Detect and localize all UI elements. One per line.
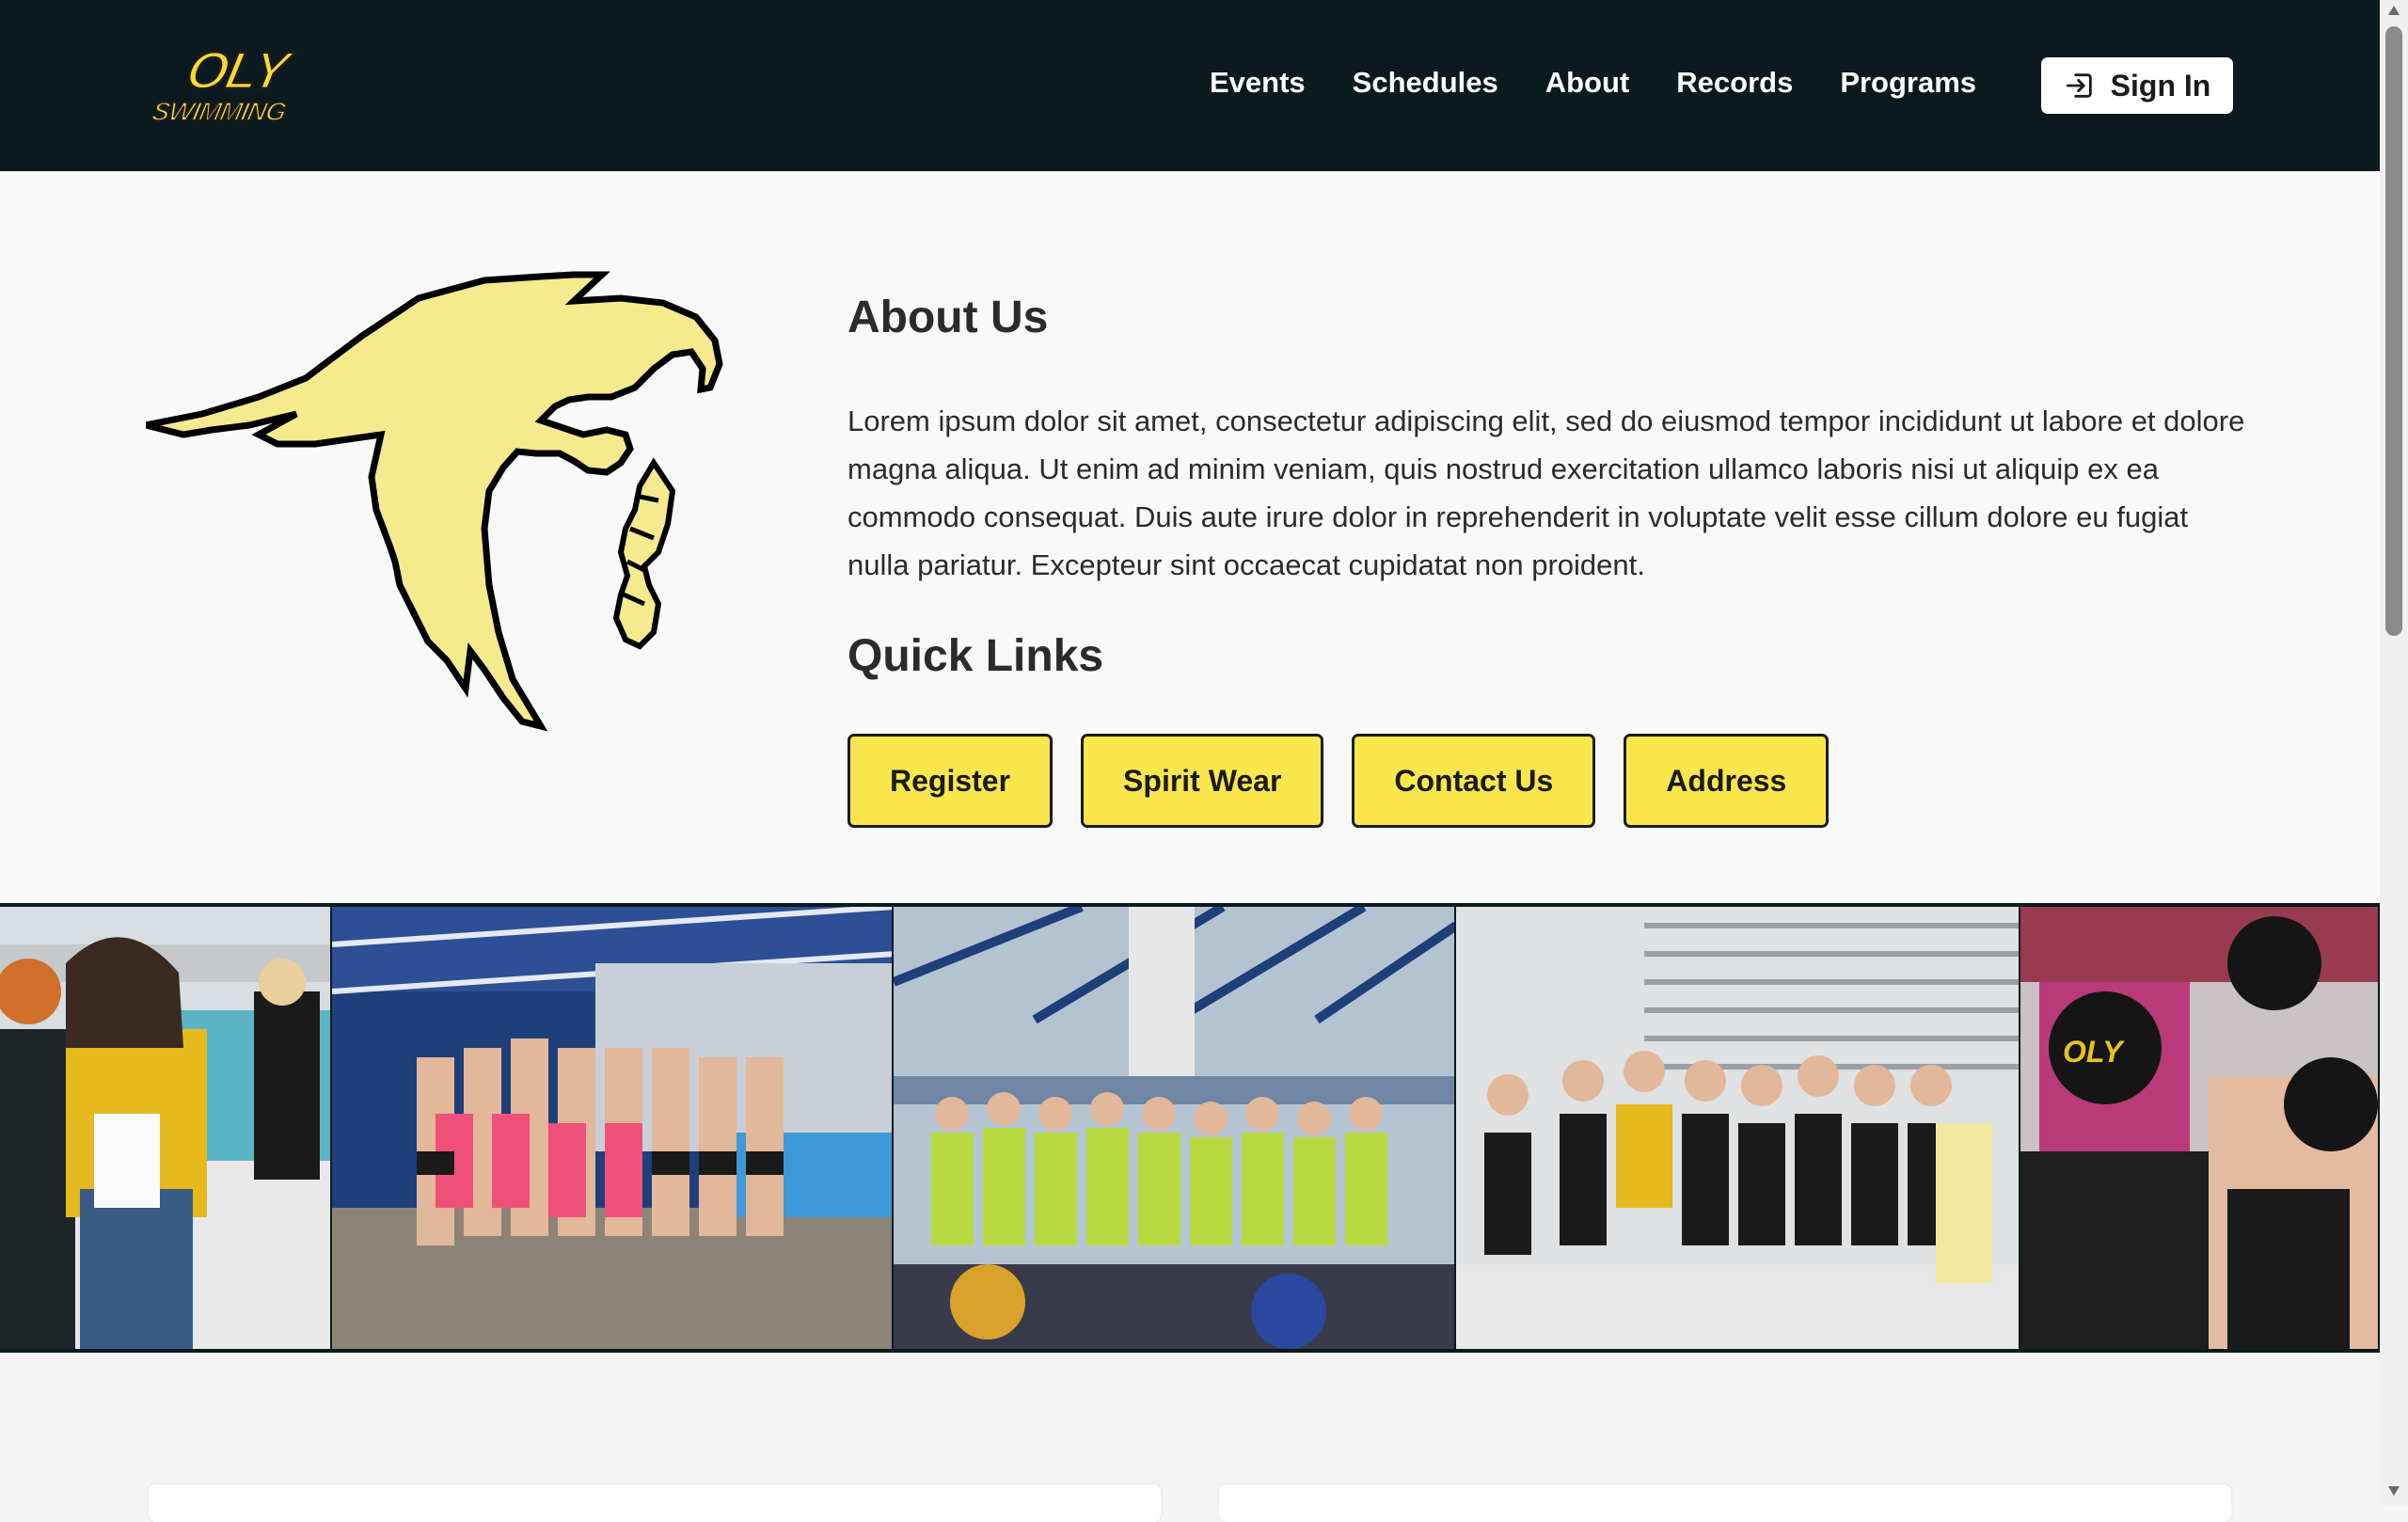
oly-swimming-logo[interactable]: OLY SWIMMING [149,40,367,127]
contact-us-button[interactable]: Contact Us [1352,734,1596,828]
about-title: About Us [848,293,1049,342]
nav-schedules[interactable]: Schedules [1353,62,1498,103]
nav-events[interactable]: Events [1210,62,1306,103]
lower-section [0,1353,2380,1522]
photo-strip: OLY [0,903,2380,1353]
scroll-up-arrow-icon[interactable] [2388,6,2400,15]
svg-text:OLY: OLY [2063,1035,2125,1069]
quick-links: Register Spirit Wear Contact Us Address [848,734,1857,828]
login-icon [2064,70,2096,102]
scroll-down-arrow-icon[interactable] [2388,1486,2400,1496]
about-section: About Us Lorem ipsum dolor sit amet, con… [0,171,2380,905]
site-header: OLY SWIMMING Events Schedules About Reco… [0,0,2380,171]
team-photo-5: OLY [2020,907,2380,1349]
logo-text-bottom: SWIMMING [150,96,290,126]
team-photo-2 [331,907,895,1349]
sign-in-label: Sign In [2110,68,2211,103]
spirit-wear-button[interactable]: Spirit Wear [1081,734,1324,828]
register-button[interactable]: Register [848,734,1054,828]
sign-in-button[interactable]: Sign In [2041,57,2233,114]
team-photo-1 [0,907,332,1349]
main-nav: Events Schedules About Records Programs [1210,62,2023,103]
team-photo-3 [894,907,1456,1349]
page-scrollbar[interactable] [2380,0,2408,1505]
team-photo-4 [1455,907,2020,1349]
address-button[interactable]: Address [1624,734,1830,828]
logo-text-top: OLY [182,41,299,100]
logo-graphic: OLY SWIMMING [149,40,301,127]
quick-links-title: Quick Links [848,631,1104,681]
scrollbar-thumb[interactable] [2385,26,2402,636]
nav-records[interactable]: Records [1676,62,1793,103]
page: OLY SWIMMING Events Schedules About Reco… [0,0,2380,1522]
nav-programs[interactable]: Programs [1840,62,1976,103]
eagle-mascot-icon [145,246,778,764]
about-text: Lorem ipsum dolor sit amet, consectetur … [848,404,2245,581]
content-card-left [149,1484,1161,1522]
nav-about[interactable]: About [1545,62,1630,103]
content-card-right [1219,1484,2231,1522]
